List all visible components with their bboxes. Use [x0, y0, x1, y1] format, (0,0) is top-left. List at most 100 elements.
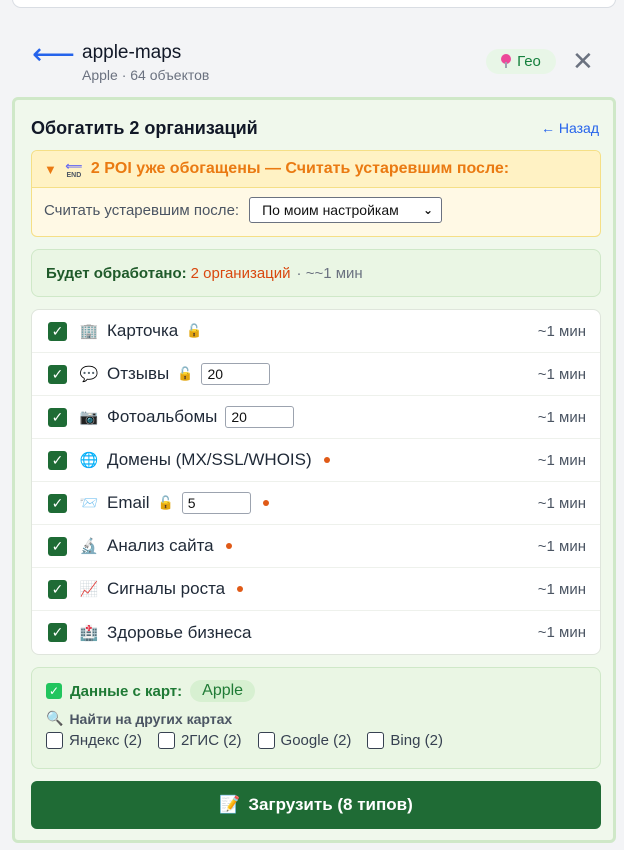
- stale-select-value: По моим настройкам: [262, 202, 399, 218]
- item-eta: ~1 мин: [537, 365, 586, 383]
- other-map-checkbox[interactable]: [46, 732, 63, 749]
- enrich-panel: Обогатить 2 организаций ← Назад ▼ ⟸ END 2…: [12, 97, 616, 843]
- item-eta: ~1 мин: [537, 451, 586, 469]
- item-label: Email: [107, 493, 150, 512]
- item-label: Фотоальбомы: [107, 407, 218, 426]
- item-label-group: Email 🔓: [107, 492, 269, 514]
- list-item: ✓ 🌐 Домены (MX/SSL/WHOIS) ~1 мин: [32, 439, 600, 482]
- expand-triangle-icon: ▼: [44, 161, 57, 177]
- item-label-group: Здоровье бизнеса: [107, 623, 251, 643]
- other-map-label: 2ГИС (2): [180, 732, 242, 749]
- end-arrow-icon: ⟸ END: [65, 158, 83, 179]
- item-label: Сигналы роста: [107, 579, 226, 598]
- other-map-checkbox[interactable]: [367, 732, 385, 749]
- list-item: ✓ 📨 Email 🔓 ~1 мин: [32, 482, 600, 525]
- other-map-label: Bing (2): [390, 732, 443, 749]
- status-dot-icon: [262, 500, 269, 506]
- map-data-checkbox[interactable]: ✓: [46, 683, 62, 699]
- item-checkbox[interactable]: ✓: [48, 364, 67, 384]
- magnifier-icon: 🔍: [46, 710, 64, 726]
- item-checkbox[interactable]: ✓: [48, 623, 67, 642]
- item-label-group: Отзывы 🔓: [107, 363, 271, 385]
- processing-summary: Будет обработано: 2 организаций · ~~1 ми…: [31, 249, 601, 297]
- item-label: Анализ сайта: [107, 536, 214, 555]
- item-eta: ~1 мин: [537, 494, 586, 512]
- map-data-label: Данные с карт:: [70, 682, 183, 700]
- item-checkbox[interactable]: ✓: [48, 536, 67, 556]
- other-map-label: Яндекс (2): [69, 732, 142, 749]
- source-subtitle: Apple · 64 объектов: [82, 67, 210, 83]
- other-map-option[interactable]: 2ГИС (2): [157, 732, 242, 749]
- status-dot-icon: [323, 457, 330, 463]
- geo-badge[interactable]: Гео: [486, 49, 556, 74]
- find-other-maps-label: Найти на других картах: [69, 710, 233, 727]
- status-dot-icon: [225, 543, 232, 549]
- map-source-badge: Apple: [190, 680, 256, 702]
- item-label-group: Карточка 🔓: [107, 321, 202, 341]
- item-limit-input[interactable]: [201, 363, 271, 385]
- other-map-checkbox[interactable]: [157, 732, 175, 749]
- item-eta: ~1 мин: [537, 580, 586, 598]
- panel-title: Обогатить 2 организаций: [31, 118, 258, 138]
- chevron-down-icon: ⌄: [423, 203, 434, 217]
- globe-icon: 🌐: [79, 452, 99, 469]
- item-label: Отзывы: [107, 364, 170, 383]
- close-icon[interactable]: ✕: [572, 48, 594, 74]
- item-label: Домены (MX/SSL/WHOIS): [107, 450, 312, 469]
- summary-eta: · ~~1 мин: [296, 264, 363, 282]
- top-strip: [12, 0, 616, 8]
- load-button-label: Загрузить (8 типов): [248, 795, 413, 814]
- other-map-checkbox[interactable]: [257, 732, 275, 749]
- item-label: Карточка: [107, 321, 179, 340]
- list-item: ✓ 🏢 Карточка 🔓 ~1 мин: [32, 310, 600, 353]
- item-checkbox[interactable]: ✓: [48, 407, 67, 427]
- summary-label: Будет обработано:: [46, 264, 187, 282]
- stale-warning-toggle[interactable]: ▼ ⟸ END 2 POI уже обогащены — Считать уст…: [32, 151, 600, 188]
- other-maps-options: Яндекс (2) 2ГИС (2) Google (2) Bing (2): [46, 732, 443, 749]
- item-label-group: Фотоальбомы: [107, 406, 295, 428]
- memo-icon: 📝: [219, 795, 241, 814]
- item-checkbox[interactable]: ✓: [48, 450, 67, 470]
- building-icon: 🏢: [79, 323, 99, 340]
- microscope-icon: 🔬: [79, 538, 99, 555]
- load-button[interactable]: 📝 Загрузить (8 типов): [31, 781, 601, 829]
- chart-up-icon: 📈: [79, 581, 99, 598]
- item-label-group: Сигналы роста: [107, 579, 244, 599]
- item-label: Здоровье бизнеса: [107, 622, 252, 642]
- stale-warning: ▼ ⟸ END 2 POI уже обогащены — Считать уст…: [31, 150, 601, 237]
- item-eta: ~1 мин: [537, 322, 586, 340]
- map-sources: ✓ Данные с карт: Apple 🔍 Найти на других…: [31, 667, 601, 769]
- lock-icon: 🔓: [157, 495, 174, 510]
- status-dot-icon: [237, 586, 244, 592]
- stale-warning-headline: 2 POI уже обогащены — Считать устаревшим…: [90, 160, 510, 177]
- item-eta: ~1 мин: [537, 408, 586, 426]
- list-item: ✓ 💬 Отзывы 🔓 ~1 мин: [32, 353, 600, 396]
- camera-icon: 📷: [79, 409, 99, 426]
- other-map-option[interactable]: Google (2): [257, 732, 352, 749]
- health-icon: 🏥: [79, 624, 99, 642]
- item-label-group: Анализ сайта: [107, 536, 232, 556]
- back-arrow-icon[interactable]: ⟵: [32, 40, 75, 70]
- other-map-option[interactable]: Bing (2): [367, 732, 443, 749]
- item-checkbox[interactable]: ✓: [48, 493, 67, 513]
- item-limit-input[interactable]: [181, 492, 251, 514]
- other-map-option[interactable]: Яндекс (2): [46, 732, 142, 749]
- header: ⟵ apple-maps Apple · 64 объектов Гео ✕: [12, 26, 616, 96]
- pin-icon: [501, 53, 512, 68]
- other-map-label: Google (2): [280, 732, 352, 749]
- list-item: ✓ 🔬 Анализ сайта ~1 мин: [32, 525, 600, 568]
- item-limit-input[interactable]: [225, 406, 295, 428]
- lock-icon: 🔓: [186, 323, 203, 338]
- item-checkbox[interactable]: ✓: [48, 321, 67, 341]
- list-item: ✓ 📷 Фотоальбомы ~1 мин: [32, 396, 600, 439]
- lock-icon: 🔓: [177, 366, 194, 381]
- stale-select[interactable]: По моим настройкам ⌄: [249, 197, 443, 223]
- item-eta: ~1 мин: [537, 624, 586, 641]
- item-checkbox[interactable]: ✓: [48, 579, 67, 599]
- email-icon: 📨: [79, 495, 99, 512]
- item-eta: ~1 мин: [537, 537, 586, 555]
- item-label-group: Домены (MX/SSL/WHOIS): [107, 450, 330, 470]
- list-item: ✓ 📈 Сигналы роста ~1 мин: [32, 568, 600, 611]
- back-link[interactable]: ← Назад: [541, 120, 599, 136]
- summary-count: 2 организаций: [190, 264, 291, 282]
